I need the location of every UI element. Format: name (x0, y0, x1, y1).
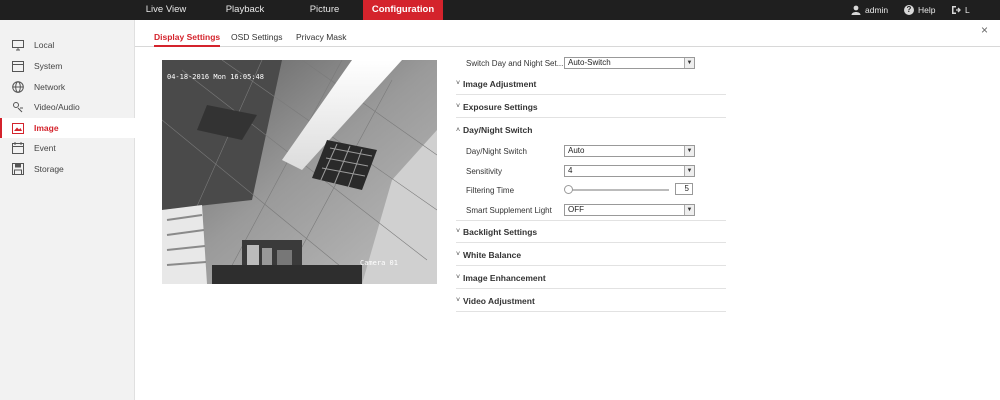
smart-supplement-row: Smart Supplement Light OFF ▼ (456, 202, 726, 218)
logout-button[interactable]: L (951, 0, 970, 20)
storage-icon (12, 163, 24, 175)
switch-day-night-select[interactable]: Auto-Switch ▼ (564, 57, 695, 69)
filtering-time-slider-track[interactable] (569, 189, 669, 191)
section-title: White Balance (463, 249, 522, 260)
section-backlight-settings[interactable]: ˅ Backlight Settings (456, 221, 726, 243)
select-value: 4 (568, 166, 573, 175)
sidebar-item-network[interactable]: Network (0, 77, 135, 97)
user-menu[interactable]: admin (851, 0, 888, 20)
calendar-icon (12, 142, 24, 154)
system-icon (12, 60, 24, 72)
logout-icon (952, 6, 961, 14)
tab-display-settings[interactable]: Display Settings (154, 27, 221, 47)
section-title: Image Adjustment (463, 78, 537, 89)
help-label: Help (918, 5, 936, 15)
chevron-down-icon: ˅ (456, 297, 461, 304)
filtering-time-label: Filtering Time (466, 185, 515, 195)
chevron-down-icon: ▼ (684, 166, 694, 176)
sidebar: Local System Network Video/Audio Image E… (0, 20, 135, 400)
select-value: Auto-Switch (568, 58, 611, 67)
sidebar-item-image[interactable]: Image (0, 118, 135, 138)
sidebar-item-label: System (34, 61, 63, 71)
sidebar-item-storage[interactable]: Storage (0, 159, 135, 179)
filtering-time-row: Filtering Time 5 (456, 182, 726, 198)
filtering-time-input[interactable]: 5 (675, 183, 693, 195)
chevron-down-icon: ˅ (456, 103, 461, 110)
osd-timestamp: 04-18-2016 Mon 16:05:48 (167, 73, 264, 81)
sidebar-item-label: Image (34, 123, 59, 133)
sidebar-item-local[interactable]: Local (0, 35, 135, 55)
nav-live-view[interactable]: Live View (135, 0, 197, 20)
sensitivity-select[interactable]: 4 ▼ (564, 165, 695, 177)
nav-picture[interactable]: Picture (292, 0, 357, 20)
sensitivity-label: Sensitivity (466, 166, 503, 176)
nav-playback[interactable]: Playback (212, 0, 278, 20)
sidebar-item-video-audio[interactable]: Video/Audio (0, 97, 135, 117)
help-button[interactable]: ? Help (904, 0, 935, 20)
section-image-adjustment[interactable]: ˅ Image Adjustment (456, 73, 726, 95)
settings-tabs: Display Settings OSD Settings Privacy Ma… (135, 27, 1000, 47)
section-title: Exposure Settings (463, 101, 538, 112)
sensitivity-row: Sensitivity 4 ▼ (456, 163, 726, 179)
user-name: admin (865, 5, 889, 15)
select-value: OFF (568, 205, 584, 214)
section-title: Backlight Settings (463, 226, 538, 237)
video-audio-icon (12, 101, 24, 113)
section-title: Image Enhancement (463, 272, 546, 283)
section-day-night-switch[interactable]: ˄ Day/Night Switch (456, 119, 726, 141)
monitor-icon (12, 39, 24, 51)
sidebar-item-event[interactable]: Event (0, 138, 135, 158)
chevron-down-icon: ▼ (684, 146, 694, 156)
tab-privacy-mask[interactable]: Privacy Mask (296, 27, 347, 47)
sidebar-item-system[interactable]: System (0, 56, 135, 76)
chevron-down-icon: ˅ (456, 251, 461, 258)
select-value: Auto (568, 146, 585, 155)
image-icon (12, 122, 24, 134)
section-image-enhancement[interactable]: ˅ Image Enhancement (456, 267, 726, 289)
top-navigation-bar: Live View Playback Picture Configuration… (0, 0, 1000, 20)
chevron-down-icon: ˅ (456, 228, 461, 235)
sidebar-item-label: Video/Audio (34, 102, 80, 112)
sidebar-item-label: Storage (34, 164, 64, 174)
section-title: Day/Night Switch (463, 125, 533, 135)
section-exposure-settings[interactable]: ˅ Exposure Settings (456, 96, 726, 118)
sidebar-item-label: Local (34, 40, 55, 50)
chevron-down-icon: ˅ (456, 80, 461, 87)
day-night-mode-label: Day/Night Switch (466, 146, 527, 156)
user-icon (851, 5, 861, 15)
video-preview: 04-18-2016 Mon 16:05:48 Camera 01 (162, 60, 437, 284)
day-night-mode-select[interactable]: Auto ▼ (564, 145, 695, 157)
day-night-mode-row: Day/Night Switch Auto ▼ (456, 143, 726, 159)
chevron-up-icon: ˄ (456, 126, 461, 134)
smart-supplement-select[interactable]: OFF ▼ (564, 204, 695, 216)
nav-configuration[interactable]: Configuration (363, 0, 443, 20)
camera-image (162, 60, 437, 284)
section-title: Video Adjustment (463, 295, 535, 306)
globe-icon (12, 81, 24, 93)
sidebar-item-label: Event (34, 143, 56, 153)
switch-day-night-row: Switch Day and Night Set... Auto-Switch … (456, 55, 726, 71)
osd-camera-name: Camera 01 (360, 259, 398, 267)
chevron-down-icon: ˅ (456, 274, 461, 281)
chevron-down-icon: ▼ (684, 205, 694, 215)
switch-day-night-label: Switch Day and Night Set... (466, 58, 564, 68)
sidebar-item-label: Network (34, 82, 66, 92)
close-icon[interactable]: × (981, 23, 988, 37)
tab-osd-settings[interactable]: OSD Settings (231, 27, 283, 47)
help-icon: ? (904, 5, 914, 15)
section-white-balance[interactable]: ˅ White Balance (456, 244, 726, 266)
chevron-down-icon: ▼ (684, 58, 694, 68)
logout-label: L (965, 5, 970, 15)
filtering-time-slider-handle[interactable] (564, 185, 573, 194)
smart-supplement-label: Smart Supplement Light (466, 205, 552, 215)
section-video-adjustment[interactable]: ˅ Video Adjustment (456, 290, 726, 312)
